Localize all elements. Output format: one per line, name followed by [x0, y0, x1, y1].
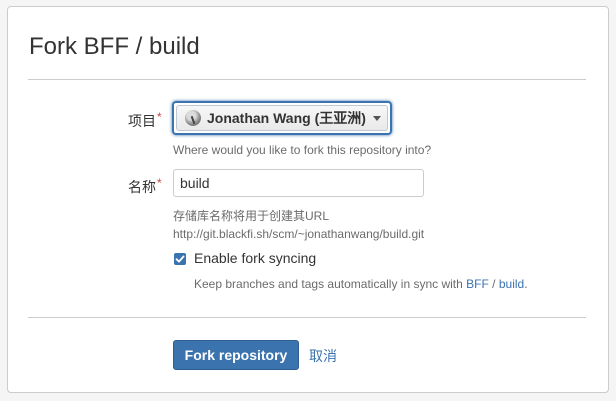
project-select[interactable]: Jonathan Wang (王亚洲)	[172, 101, 392, 135]
fork-syncing-label[interactable]: Enable fork syncing	[194, 250, 316, 266]
project-label-text: 项目	[128, 113, 156, 129]
fork-syncing-checkbox[interactable]	[174, 253, 186, 265]
project-help: Where would you like to fork this reposi…	[173, 143, 432, 157]
name-label-text: 名称	[128, 179, 156, 195]
fork-repository-button[interactable]: Fork repository	[173, 340, 299, 370]
required-mark: *	[157, 110, 162, 124]
sync-help-text: Keep branches and tags automatically in …	[194, 277, 467, 291]
project-link[interactable]: BFF	[466, 277, 489, 291]
fork-syncing-help: Keep branches and tags automatically in …	[194, 277, 528, 291]
required-mark: *	[157, 176, 162, 190]
chevron-down-icon	[372, 115, 381, 121]
url-preview: http://git.blackfi.sh/scm/~jonathanwang/…	[173, 227, 425, 241]
project-select-button[interactable]: Jonathan Wang (王亚洲)	[176, 105, 388, 131]
name-help: 存储库名称将用于创建其URL	[173, 209, 330, 223]
page-title: Fork BFF / build	[29, 33, 200, 60]
sync-separator: /	[488, 277, 499, 291]
project-label: 项目*	[128, 110, 162, 131]
name-label: 名称*	[128, 176, 162, 197]
header-divider	[28, 79, 586, 80]
fork-dialog: Fork BFF / build 项目* Jonathan Wang (王亚洲)…	[7, 6, 609, 393]
footer-divider	[28, 317, 586, 318]
repository-link[interactable]: build	[499, 277, 524, 291]
cancel-button[interactable]: 取消	[309, 346, 337, 366]
checkmark-icon	[175, 255, 185, 263]
repository-name-input[interactable]	[173, 169, 424, 197]
sync-help-suffix: .	[524, 277, 528, 291]
project-selected-value: Jonathan Wang (王亚洲)	[207, 110, 366, 126]
avatar	[185, 110, 201, 126]
